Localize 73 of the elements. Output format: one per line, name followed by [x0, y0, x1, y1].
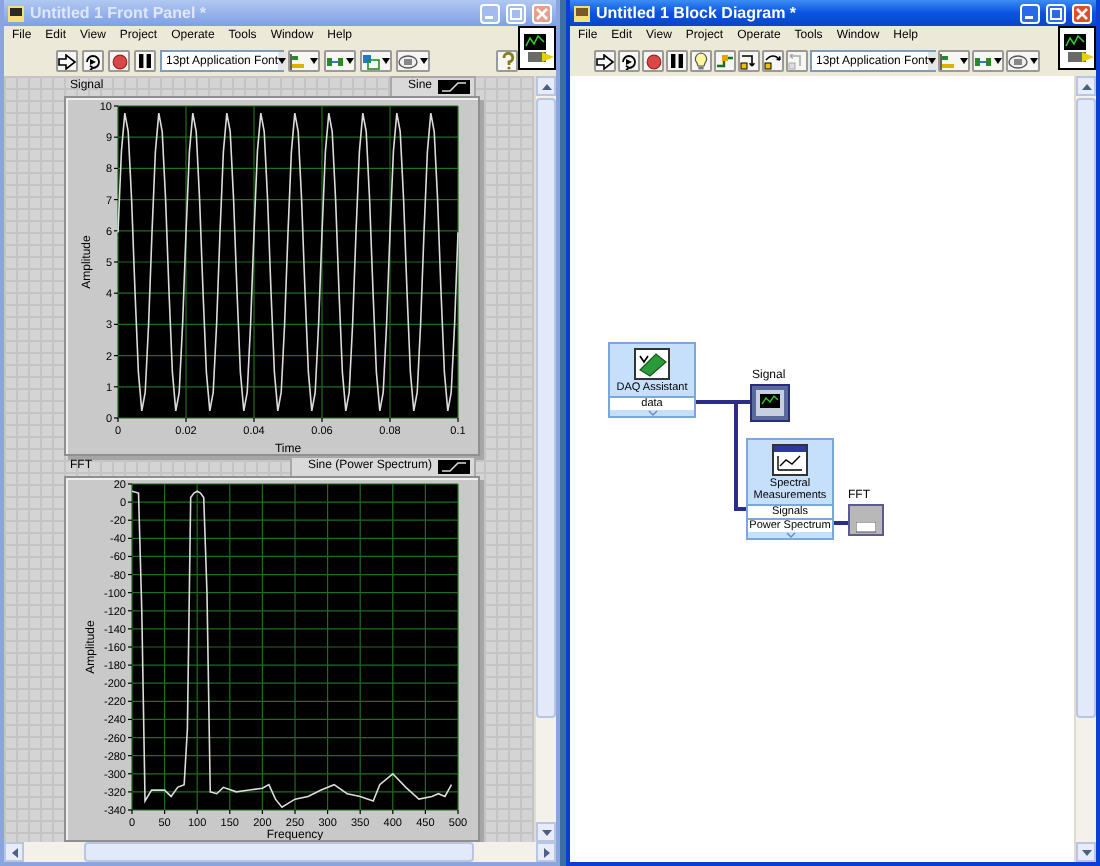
maximize-icon — [510, 7, 522, 19]
scroll-up-button[interactable] — [1076, 76, 1096, 96]
circuit-board-icon — [634, 348, 670, 380]
pause-icon — [670, 54, 684, 68]
highlight-execution-button[interactable] — [690, 50, 712, 72]
step-into-icon — [740, 53, 758, 69]
arrow-down-icon — [541, 829, 551, 835]
arrow-up-icon — [1081, 83, 1091, 89]
vertical-scrollbar[interactable] — [1074, 76, 1096, 862]
resize-icon — [362, 53, 380, 69]
vi-icon — [518, 26, 556, 70]
window-title: Untitled 1 Block Diagram * — [596, 4, 799, 22]
reorder-icon — [398, 53, 418, 69]
caret-icon — [994, 58, 1002, 64]
reorder-icon — [1008, 53, 1028, 69]
loop-arrow-icon — [620, 53, 638, 69]
distribute-button[interactable] — [972, 50, 1004, 72]
caret-icon — [928, 58, 937, 64]
run-continuously-button[interactable] — [618, 50, 640, 72]
graph-icon — [772, 444, 808, 476]
distribute-icon — [326, 53, 344, 69]
minimize-button[interactable] — [1020, 3, 1040, 23]
distribute-icon — [974, 53, 992, 69]
run-button[interactable] — [594, 50, 616, 72]
abort-button[interactable] — [642, 50, 664, 72]
app-icon — [8, 5, 24, 21]
pause-icon — [138, 54, 152, 68]
retain-wire-values-button[interactable] — [714, 50, 736, 72]
graph-screen-icon — [756, 390, 784, 416]
run-arrow-icon — [58, 53, 76, 69]
graph-indicator[interactable] — [750, 384, 790, 422]
arrow-left-icon — [11, 847, 17, 857]
window-title: Untitled 1 Front Panel * — [30, 4, 209, 22]
close-icon — [536, 7, 548, 19]
caret-icon — [382, 58, 390, 64]
indicator-terminal[interactable] — [848, 504, 884, 536]
caret-icon — [420, 58, 428, 64]
arrow-down-icon — [1081, 849, 1091, 855]
lightbulb-icon — [694, 52, 708, 70]
caret-icon — [1030, 58, 1038, 64]
step-over-button[interactable] — [762, 50, 784, 72]
loop-arrow-icon — [84, 53, 102, 69]
line-sample-icon — [438, 459, 470, 473]
numeric-display-icon — [856, 522, 876, 534]
circle-icon — [645, 53, 661, 69]
wire — [834, 521, 848, 525]
arrow-right-icon — [543, 847, 549, 857]
maximize-icon — [1050, 7, 1062, 19]
caret-icon — [278, 58, 287, 64]
scroll-down-button[interactable] — [1076, 842, 1096, 862]
run-arrow-icon — [596, 53, 614, 69]
align-icon — [290, 53, 308, 69]
scroll-thumb[interactable] — [1076, 98, 1096, 718]
line-sample-icon — [438, 79, 470, 93]
pause-button[interactable] — [666, 50, 688, 72]
close-icon — [1076, 7, 1088, 19]
step-out-icon — [788, 53, 806, 69]
app-icon — [574, 5, 590, 21]
caret-icon — [346, 58, 354, 64]
arrow-up-icon — [541, 83, 551, 89]
step-into-button[interactable] — [738, 50, 760, 72]
step-over-icon — [764, 53, 782, 69]
reorder-button[interactable] — [1006, 50, 1040, 72]
close-button[interactable] — [1072, 3, 1092, 23]
align-icon — [940, 53, 958, 69]
align-button[interactable] — [938, 50, 970, 72]
wire-probe-icon — [716, 53, 734, 69]
help-icon — [499, 52, 515, 70]
maximize-button[interactable] — [1046, 3, 1066, 23]
vi-icon — [1058, 26, 1096, 70]
caret-icon — [960, 58, 968, 64]
caret-icon — [310, 58, 318, 64]
circle-icon — [111, 53, 127, 69]
